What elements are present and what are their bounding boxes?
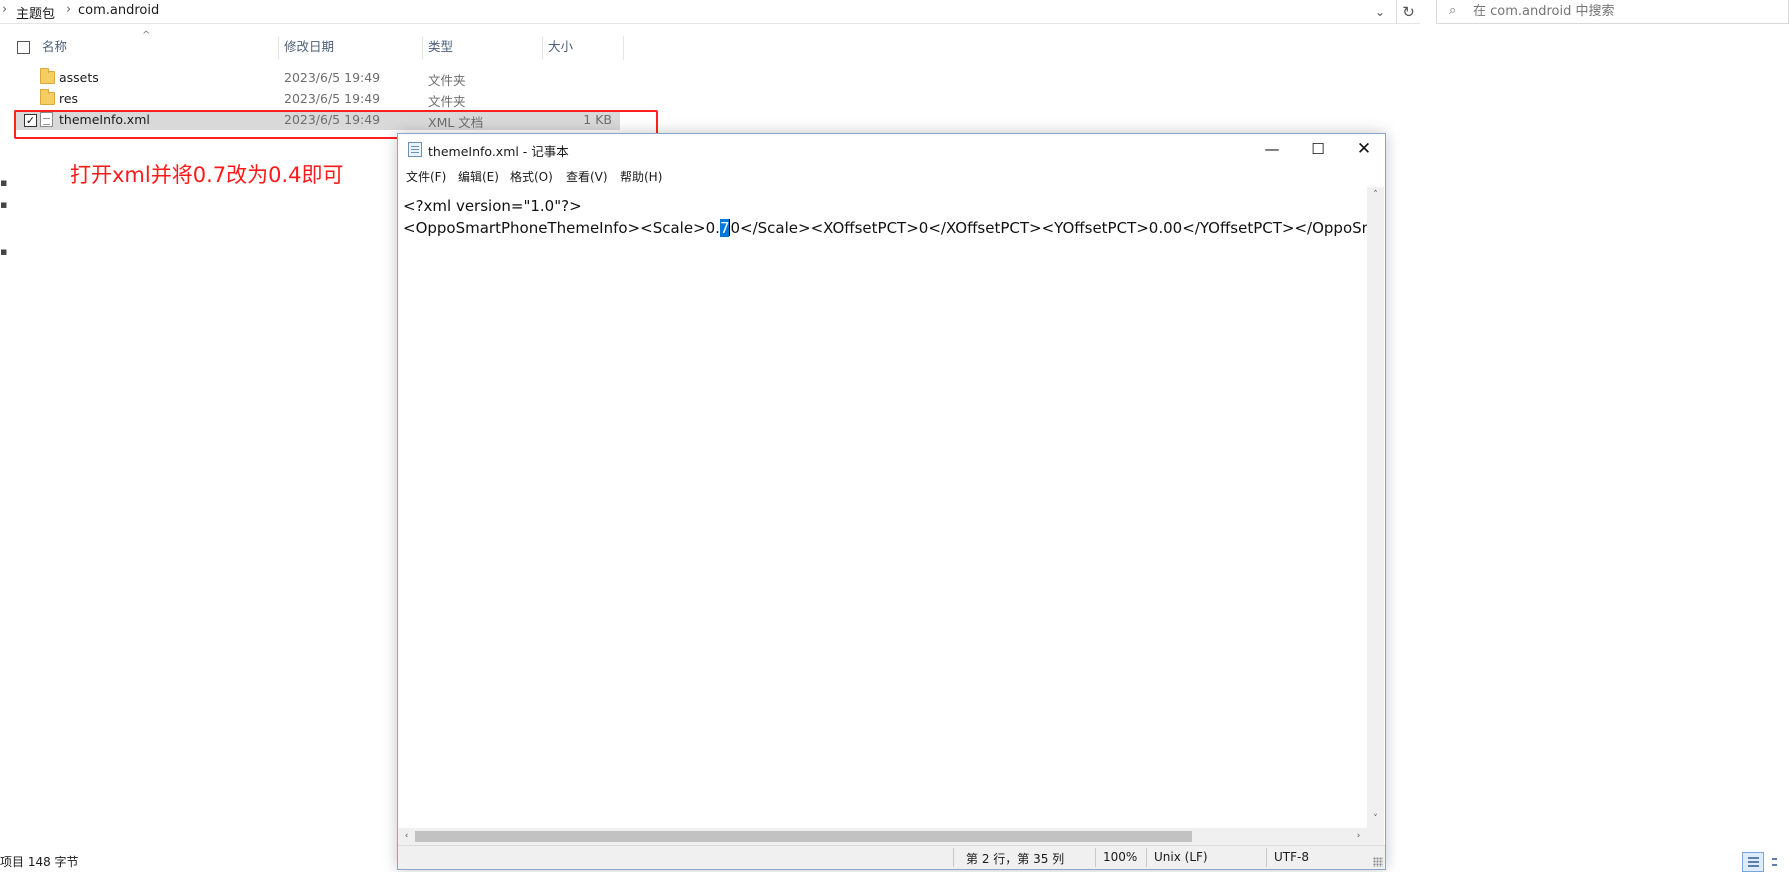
folder-icon bbox=[40, 89, 55, 105]
nav-pane-edge-mark: ▪ bbox=[0, 176, 8, 189]
tiles-view-icon-line bbox=[1772, 864, 1777, 866]
file-modified: 2023/6/5 19:49 bbox=[284, 91, 381, 106]
column-header-modified[interactable]: 修改日期 bbox=[278, 36, 334, 60]
file-name: res bbox=[59, 91, 79, 106]
status-line-ending: Unix (LF) bbox=[1154, 850, 1208, 864]
file-name: assets bbox=[59, 70, 99, 85]
annotation-text: 打开xml并将0.7改为0.4即可 bbox=[70, 163, 344, 187]
status-divider bbox=[1146, 848, 1147, 867]
details-view-icon bbox=[1748, 857, 1759, 859]
maximize-icon[interactable]: ☐ bbox=[1295, 134, 1341, 165]
file-type: 文件夹 bbox=[428, 94, 466, 109]
menu-help[interactable]: 帮助(H) bbox=[620, 168, 662, 185]
notepad-title: themeInfo.xml - 记事本 bbox=[428, 144, 569, 159]
scrollbar-corner bbox=[1367, 828, 1384, 845]
breadcrumb-chevron-icon: › bbox=[66, 2, 72, 17]
horizontal-scrollbar[interactable]: ‹ › bbox=[398, 828, 1367, 845]
search-box[interactable]: ⌕ bbox=[1436, 0, 1789, 24]
close-icon[interactable]: ✕ bbox=[1341, 134, 1387, 165]
column-divider[interactable] bbox=[623, 36, 624, 60]
file-list-header: ^ 名称 修改日期 类型 大小 bbox=[0, 30, 625, 60]
details-view-button[interactable] bbox=[1742, 852, 1764, 872]
notepad-menubar: 文件(F) 编辑(E) 格式(O) 查看(V) 帮助(H) bbox=[398, 165, 1385, 187]
status-zoom: 100% bbox=[1103, 850, 1138, 864]
folder-icon bbox=[40, 68, 55, 84]
file-modified: 2023/6/5 19:49 bbox=[284, 70, 381, 85]
breadcrumb-item-com-android[interactable]: com.android bbox=[78, 3, 159, 18]
text-line-2-before: <OppoSmartPhoneThemeInfo><Scale>0. bbox=[403, 219, 720, 237]
refresh-icon[interactable]: ↻ bbox=[1396, 0, 1420, 24]
notepad-window[interactable]: themeInfo.xml - 记事本 — ☐ ✕ 文件(F) 编辑(E) 格式… bbox=[397, 133, 1386, 870]
sort-ascending-icon: ^ bbox=[142, 30, 151, 41]
status-divider bbox=[1095, 848, 1096, 867]
status-divider bbox=[953, 848, 954, 867]
column-header-type[interactable]: 类型 bbox=[422, 36, 453, 60]
explorer-status-text: 项目 148 字节 bbox=[0, 855, 79, 869]
details-view-icon-line bbox=[1748, 861, 1759, 863]
address-history-chevron-down-icon[interactable]: ⌄ bbox=[1368, 1, 1392, 23]
details-view-icon-line bbox=[1748, 865, 1759, 867]
scroll-right-icon[interactable]: › bbox=[1350, 828, 1367, 845]
scroll-left-icon[interactable]: ‹ bbox=[398, 828, 415, 845]
status-cursor-position: 第 2 行，第 35 列 bbox=[966, 852, 1065, 866]
select-all-checkbox[interactable] bbox=[17, 41, 30, 54]
text-line-2-after: 0</Scale><XOffsetPCT>0</XOffsetPCT><YOff… bbox=[730, 219, 1367, 237]
scroll-down-icon[interactable]: ˅ bbox=[1367, 811, 1384, 828]
file-row-res[interactable]: res 2023/6/5 19:49 文件夹 bbox=[14, 89, 620, 109]
horizontal-scroll-thumb[interactable] bbox=[415, 831, 1192, 842]
scroll-up-icon[interactable]: ˄ bbox=[1367, 187, 1384, 204]
text-line-1: <?xml version="1.0"?> bbox=[403, 197, 582, 215]
nav-pane-edge-mark: ▪ bbox=[0, 245, 8, 258]
menu-view[interactable]: 查看(V) bbox=[566, 168, 608, 185]
text-line-2: <OppoSmartPhoneThemeInfo><Scale>0.70</Sc… bbox=[403, 219, 1367, 237]
file-type: 文件夹 bbox=[428, 73, 466, 88]
column-header-name[interactable]: 名称 bbox=[36, 36, 67, 60]
breadcrumb-item-theme-pack[interactable]: 主题包 bbox=[16, 3, 55, 22]
menu-edit[interactable]: 编辑(E) bbox=[458, 168, 499, 185]
resize-grip-icon[interactable] bbox=[1373, 857, 1383, 867]
search-icon: ⌕ bbox=[1449, 3, 1457, 18]
notepad-statusbar: 第 2 行，第 35 列 100% Unix (LF) UTF-8 bbox=[398, 845, 1385, 869]
notepad-titlebar[interactable]: themeInfo.xml - 记事本 — ☐ ✕ bbox=[398, 134, 1385, 165]
file-row-assets[interactable]: assets 2023/6/5 19:49 文件夹 bbox=[14, 68, 620, 88]
tiles-view-icon bbox=[1772, 858, 1777, 860]
status-divider bbox=[1266, 848, 1267, 867]
notepad-text-area[interactable]: <?xml version="1.0"?> <OppoSmartPhoneThe… bbox=[398, 187, 1367, 828]
selected-text: 7 bbox=[719, 219, 730, 237]
menu-format[interactable]: 格式(O) bbox=[510, 168, 553, 185]
menu-file[interactable]: 文件(F) bbox=[406, 168, 446, 185]
minimize-icon[interactable]: — bbox=[1249, 134, 1295, 165]
status-encoding: UTF-8 bbox=[1274, 850, 1309, 864]
notepad-app-icon bbox=[408, 142, 422, 157]
vertical-scrollbar[interactable]: ˄ ˅ bbox=[1367, 187, 1384, 828]
address-bar[interactable]: › 主题包 › com.android ⌄ ↻ bbox=[0, 0, 1420, 24]
breadcrumb-chevron-icon: › bbox=[2, 2, 8, 17]
nav-pane-edge-mark: ▪ bbox=[0, 198, 8, 211]
column-header-size[interactable]: 大小 bbox=[542, 36, 573, 60]
large-icons-view-button[interactable] bbox=[1766, 852, 1788, 872]
search-input[interactable] bbox=[1473, 2, 1773, 21]
